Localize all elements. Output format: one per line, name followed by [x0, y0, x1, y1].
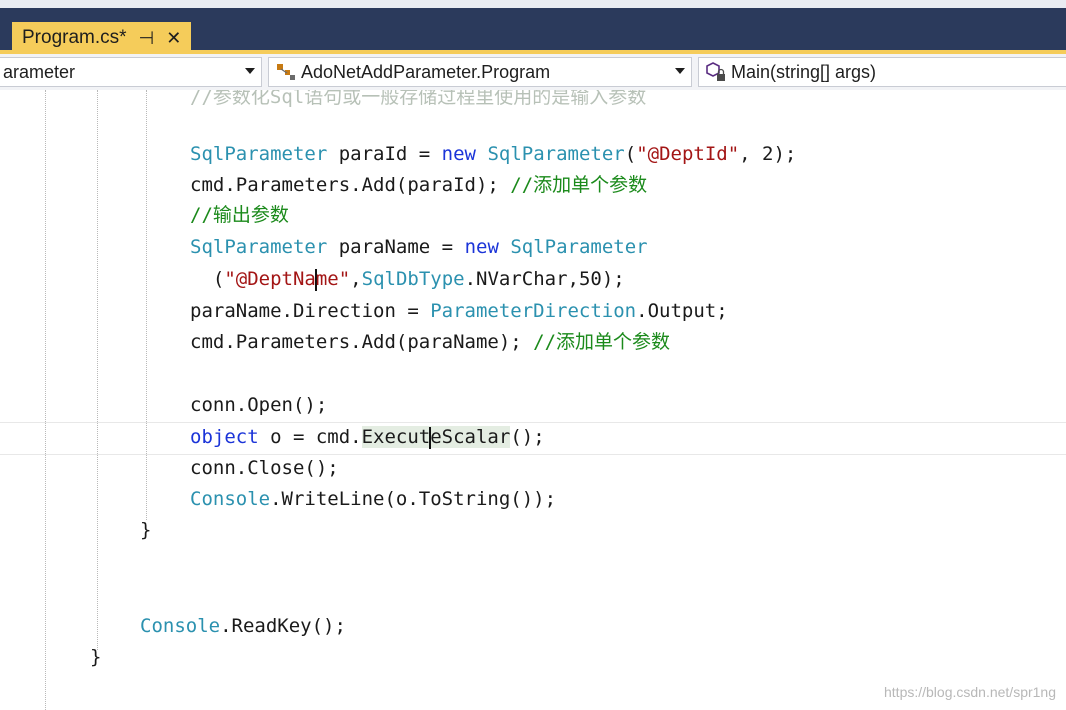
close-tab-icon[interactable]: ✕ [166, 28, 181, 49]
type-token: SqlParameter [487, 143, 625, 165]
code-token: paraName = [327, 236, 465, 258]
code-line-11: Console.WriteLine(o.ToString()); [190, 484, 556, 515]
code-token: conn.Close(); [190, 457, 339, 479]
tab-title: Program.cs* [22, 27, 127, 48]
type-token: SqlParameter [190, 236, 328, 258]
code-line-10: conn.Close(); [190, 453, 339, 484]
code-line-2: cmd.Parameters.Add(paraId); //添加单个参数 [190, 170, 647, 201]
type-token: ParameterDirection [430, 300, 637, 322]
string-token: "@DeptNa [224, 268, 316, 290]
method-dropdown-value: Main(string[] args) [731, 61, 877, 82]
watermark-text: https://blog.csdn.net/spr1ng [884, 684, 1056, 700]
type-token: SqlDbType [361, 268, 465, 290]
comment-token: //添加单个参数 [510, 174, 648, 196]
closing-brace: } [90, 646, 102, 668]
type-token: SqlParameter [190, 143, 328, 165]
string-token: "@DeptId" [636, 143, 740, 165]
code-token: .NVarChar,50); [464, 268, 625, 290]
code-token: (); [510, 426, 545, 448]
keyword-token: new [441, 143, 476, 165]
code-token: o = cmd. [258, 426, 362, 448]
project-dropdown[interactable]: arameter [0, 57, 262, 87]
chevron-down-icon[interactable] [675, 68, 685, 74]
code-token: , [350, 268, 362, 290]
code-line-13: Console.ReadKey(); [140, 611, 346, 642]
code-token: cmd.Parameters.Add(paraName); [190, 331, 534, 353]
string-token: me" [315, 268, 351, 290]
code-token: .WriteLine(o.ToString()); [270, 488, 557, 510]
chevron-down-icon[interactable] [245, 68, 255, 74]
code-token: paraName.Direction = [190, 300, 431, 322]
code-line-3: //输出参数 [190, 200, 289, 231]
tab-program-cs[interactable]: Program.cs* ⊣ ✕ [12, 22, 192, 54]
type-token: SqlParameter [510, 236, 648, 258]
code-line-9: object o = cmd.ExecuteScalar(); [190, 422, 545, 453]
code-token: ( [190, 268, 225, 290]
code-line-12: } [140, 515, 151, 546]
code-token: paraId = [327, 143, 442, 165]
code-line-8: conn.Open(); [190, 390, 327, 421]
code-editor[interactable]: //参数化Sql语句或一般存储过程里使用的是输入参数 SqlParameter … [0, 90, 1066, 710]
code-token: .ReadKey(); [220, 615, 346, 637]
indent-guide [146, 90, 147, 520]
code-line-5: ("@DeptName",SqlDbType.NVarChar,50); [190, 264, 625, 295]
code-line-4: SqlParameter paraName = new SqlParameter [190, 232, 648, 263]
code-line-7: cmd.Parameters.Add(paraName); //添加单个参数 [190, 327, 670, 358]
indent-guide [45, 90, 46, 710]
comment-token: //添加单个参数 [533, 331, 671, 353]
class-member-icon [275, 61, 297, 83]
highlighted-token: eScalar [430, 426, 511, 448]
highlighted-token: Execut [361, 426, 431, 448]
code-token: ( [624, 143, 637, 165]
type-token: Console [190, 488, 271, 510]
navigation-bar: arameter AdoNetAddParameter.Program Main… [0, 54, 1066, 91]
pin-tab-icon[interactable]: ⊣ [139, 28, 155, 49]
document-tab-bar: Program.cs* ⊣ ✕ [0, 8, 1066, 54]
class-dropdown[interactable]: AdoNetAddParameter.Program [268, 57, 692, 87]
code-line-1: SqlParameter paraId = new SqlParameter("… [190, 139, 796, 170]
comment-token: //输出参数 [190, 204, 289, 226]
code-line-14: } [90, 642, 101, 673]
code-token: cmd.Parameters.Add(paraId); [190, 174, 511, 196]
keyword-token: object [190, 426, 259, 448]
code-line-6: paraName.Direction = ParameterDirection.… [190, 296, 728, 327]
method-dropdown[interactable]: Main(string[] args) [698, 57, 1066, 87]
type-token: Console [140, 615, 221, 637]
keyword-token: new [464, 236, 499, 258]
code-token: , 2); [739, 143, 797, 165]
partially-visible-comment: //参数化Sql语句或一般存储过程里使用的是输入参数 [190, 90, 647, 108]
closing-brace: } [140, 519, 152, 541]
method-lock-icon [705, 61, 727, 83]
indent-guide [97, 90, 98, 650]
code-token: conn.Open(); [190, 394, 328, 416]
class-dropdown-value: AdoNetAddParameter.Program [301, 61, 551, 82]
code-token: .Output; [636, 300, 728, 322]
project-dropdown-value: arameter [3, 61, 76, 82]
